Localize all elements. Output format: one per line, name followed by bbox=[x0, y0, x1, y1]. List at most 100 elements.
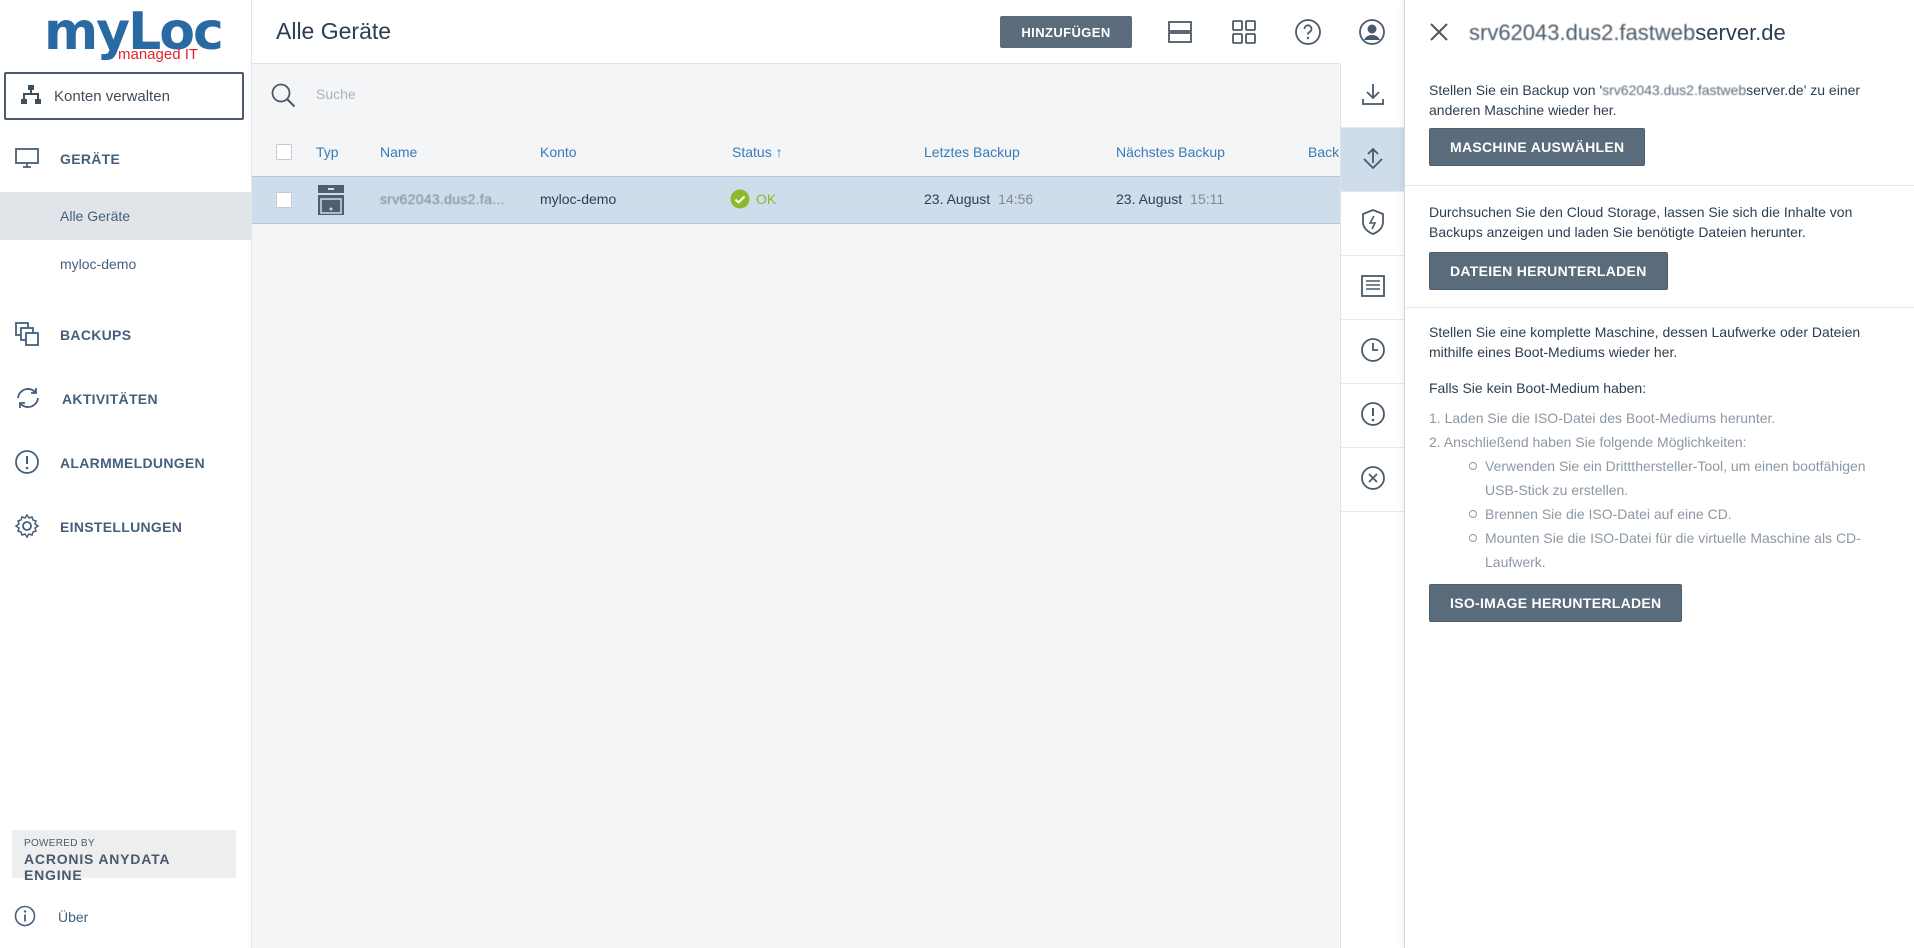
alert-icon bbox=[1360, 401, 1386, 430]
sort-asc-icon: ↑ bbox=[775, 144, 783, 160]
panel-title: srv62043.dus2.fastwebserver.de bbox=[1469, 20, 1786, 46]
powered-by-label: POWERED BY bbox=[24, 838, 95, 849]
recover-text-prefix: Stellen Sie ein Backup von ' bbox=[1429, 82, 1603, 98]
delete-button[interactable] bbox=[1341, 448, 1405, 512]
column-next-backup[interactable]: Nächstes Backup bbox=[1116, 144, 1225, 160]
next-backup: 23. August 15:11 bbox=[1116, 191, 1224, 207]
history-icon bbox=[1360, 337, 1386, 366]
gear-icon bbox=[14, 513, 40, 542]
search-bar[interactable]: Suche bbox=[252, 64, 1340, 126]
download-files-text: Durchsuchen Sie den Cloud Storage, lasse… bbox=[1429, 204, 1853, 240]
table-row[interactable]: srv62043.dus2.fa... myloc-demo OK 23. Au… bbox=[252, 176, 1340, 224]
download-icon bbox=[1360, 81, 1386, 110]
download-files-section: Durchsuchen Sie den Cloud Storage, lasse… bbox=[1405, 186, 1914, 308]
panel-header: srv62043.dus2.fastwebserver.de bbox=[1405, 0, 1914, 64]
last-backup-time: 14:56 bbox=[998, 191, 1034, 207]
device-name[interactable]: srv62043.dus2.fa... bbox=[380, 191, 505, 207]
about-link[interactable]: Über bbox=[14, 904, 88, 930]
backup-now-button[interactable] bbox=[1341, 64, 1405, 128]
column-backup-truncated[interactable]: Back bbox=[1308, 144, 1339, 160]
recover-to-machine-text: Stellen Sie ein Backup von 'srv62043.dus… bbox=[1429, 80, 1891, 120]
top-bar: Alle Geräte HINZUFÜGEN bbox=[252, 0, 1385, 64]
engine-label: ACRONIS ANYDATA ENGINE bbox=[24, 851, 170, 883]
panel-title-hostname: srv62043.dus2.fastweb bbox=[1469, 20, 1696, 45]
last-backup-date: 23. August bbox=[924, 191, 991, 207]
details-button[interactable] bbox=[1341, 256, 1405, 320]
nav-settings-label: EINSTELLUNGEN bbox=[60, 519, 183, 535]
select-machine-button[interactable]: MASCHINE AUSWÄHLEN bbox=[1429, 128, 1646, 166]
search-icon bbox=[270, 82, 296, 111]
boot-media-text: Stellen Sie eine komplette Maschine, des… bbox=[1429, 324, 1861, 360]
page-title: Alle Geräte bbox=[276, 18, 392, 44]
sub-item-myloc-demo[interactable]: myloc-demo bbox=[0, 240, 252, 288]
recover-to-machine-section: Stellen Sie ein Backup von 'srv62043.dus… bbox=[1405, 80, 1914, 186]
boot-media-subheading: Falls Sie kein Boot-Medium haben: bbox=[1429, 380, 1647, 396]
search-input[interactable]: Suche bbox=[316, 86, 356, 102]
option-usb: Verwenden Sie ein Drittthersteller-Tool,… bbox=[1469, 454, 1891, 502]
help-icon[interactable] bbox=[1292, 16, 1324, 48]
recover-button[interactable] bbox=[1341, 128, 1405, 192]
monitor-icon bbox=[14, 146, 40, 173]
recover-text-hostname: srv62043.dus2.fastweb bbox=[1602, 82, 1747, 98]
option-mount: Mounten Sie die ISO-Datei für die virtue… bbox=[1469, 526, 1891, 574]
last-backup: 23. August 14:56 bbox=[924, 191, 1033, 207]
device-account: myloc-demo bbox=[540, 191, 617, 207]
step-1: 1. Laden Sie die ISO-Datei des Boot-Medi… bbox=[1429, 410, 1776, 426]
download-iso-button[interactable]: ISO-IMAGE HERUNTERLADEN bbox=[1429, 584, 1683, 622]
logo-tagline: managed IT bbox=[118, 46, 199, 63]
activities-button[interactable] bbox=[1341, 320, 1405, 384]
backups-icon bbox=[14, 321, 40, 350]
table-header: Typ Name Konto Status ↑ Letztes Backup N… bbox=[252, 132, 1340, 172]
boot-media-steps: 1. Laden Sie die ISO-Datei des Boot-Medi… bbox=[1429, 406, 1891, 454]
sub-item-all-devices[interactable]: Alle Geräte bbox=[0, 192, 252, 240]
nav-activities-label: AKTIVITÄTEN bbox=[62, 391, 158, 407]
next-backup-date: 23. August bbox=[1116, 191, 1183, 207]
add-button[interactable]: HINZUFÜGEN bbox=[1000, 16, 1132, 48]
protect-button[interactable] bbox=[1341, 192, 1405, 256]
list-view-icon[interactable] bbox=[1164, 16, 1196, 48]
main-area: Alle Geräte HINZUFÜGEN Suche Typ Name Ko… bbox=[252, 0, 1385, 948]
row-checkbox[interactable] bbox=[276, 192, 292, 208]
info-icon bbox=[14, 905, 36, 930]
sync-icon bbox=[14, 386, 42, 413]
nav-alerts[interactable]: ALARMMELDUNGEN bbox=[0, 439, 252, 487]
grid-view-icon[interactable] bbox=[1228, 16, 1260, 48]
user-icon[interactable] bbox=[1356, 16, 1388, 48]
nav-activities[interactable]: AKTIVITÄTEN bbox=[0, 375, 252, 423]
column-account[interactable]: Konto bbox=[540, 144, 577, 160]
status-ok-icon bbox=[730, 189, 750, 212]
column-status-label: Status bbox=[732, 144, 772, 160]
about-label: Über bbox=[58, 909, 89, 925]
server-icon bbox=[318, 185, 344, 218]
nav-devices-label: GERÄTE bbox=[60, 151, 121, 167]
select-all-checkbox[interactable] bbox=[276, 144, 292, 160]
option-cd: Brennen Sie die ISO-Datei auf eine CD. bbox=[1469, 502, 1891, 526]
nav-backups-label: BACKUPS bbox=[60, 327, 132, 343]
nav-devices[interactable]: GERÄTE bbox=[0, 135, 252, 183]
column-name[interactable]: Name bbox=[380, 144, 417, 160]
myloc-logo[interactable]: myLoc managed IT bbox=[44, 2, 224, 66]
delete-icon bbox=[1360, 465, 1386, 494]
download-files-button[interactable]: DATEIEN HERUNTERLADEN bbox=[1429, 252, 1668, 290]
close-icon[interactable] bbox=[1425, 18, 1453, 46]
nav-settings[interactable]: EINSTELLUNGEN bbox=[0, 503, 252, 551]
column-status[interactable]: Status ↑ bbox=[732, 144, 783, 160]
manage-accounts-label: Konten verwalten bbox=[54, 87, 170, 105]
nav-alerts-label: ALARMMELDUNGEN bbox=[60, 455, 205, 471]
column-type[interactable]: Typ bbox=[316, 144, 339, 160]
status-badge: OK bbox=[756, 191, 777, 207]
details-icon bbox=[1360, 273, 1386, 302]
hierarchy-icon bbox=[20, 84, 42, 109]
manage-accounts-button[interactable]: Konten verwalten bbox=[4, 72, 244, 120]
boot-media-options: Verwenden Sie ein Drittthersteller-Tool,… bbox=[1469, 454, 1891, 574]
step-2: 2. Anschließend haben Sie folgende Mögli… bbox=[1429, 434, 1747, 450]
action-strip bbox=[1340, 64, 1405, 948]
recovery-panel: srv62043.dus2.fastwebserver.de Stellen S… bbox=[1404, 0, 1914, 948]
next-backup-time: 15:11 bbox=[1190, 191, 1225, 207]
alert-icon bbox=[14, 449, 40, 478]
panel-title-suffix: server.de bbox=[1695, 20, 1786, 45]
sidebar: myLoc managed IT Konten verwalten GERÄTE… bbox=[0, 0, 252, 948]
alerts-button[interactable] bbox=[1341, 384, 1405, 448]
nav-backups[interactable]: BACKUPS bbox=[0, 311, 252, 359]
column-last-backup[interactable]: Letztes Backup bbox=[924, 144, 1020, 160]
